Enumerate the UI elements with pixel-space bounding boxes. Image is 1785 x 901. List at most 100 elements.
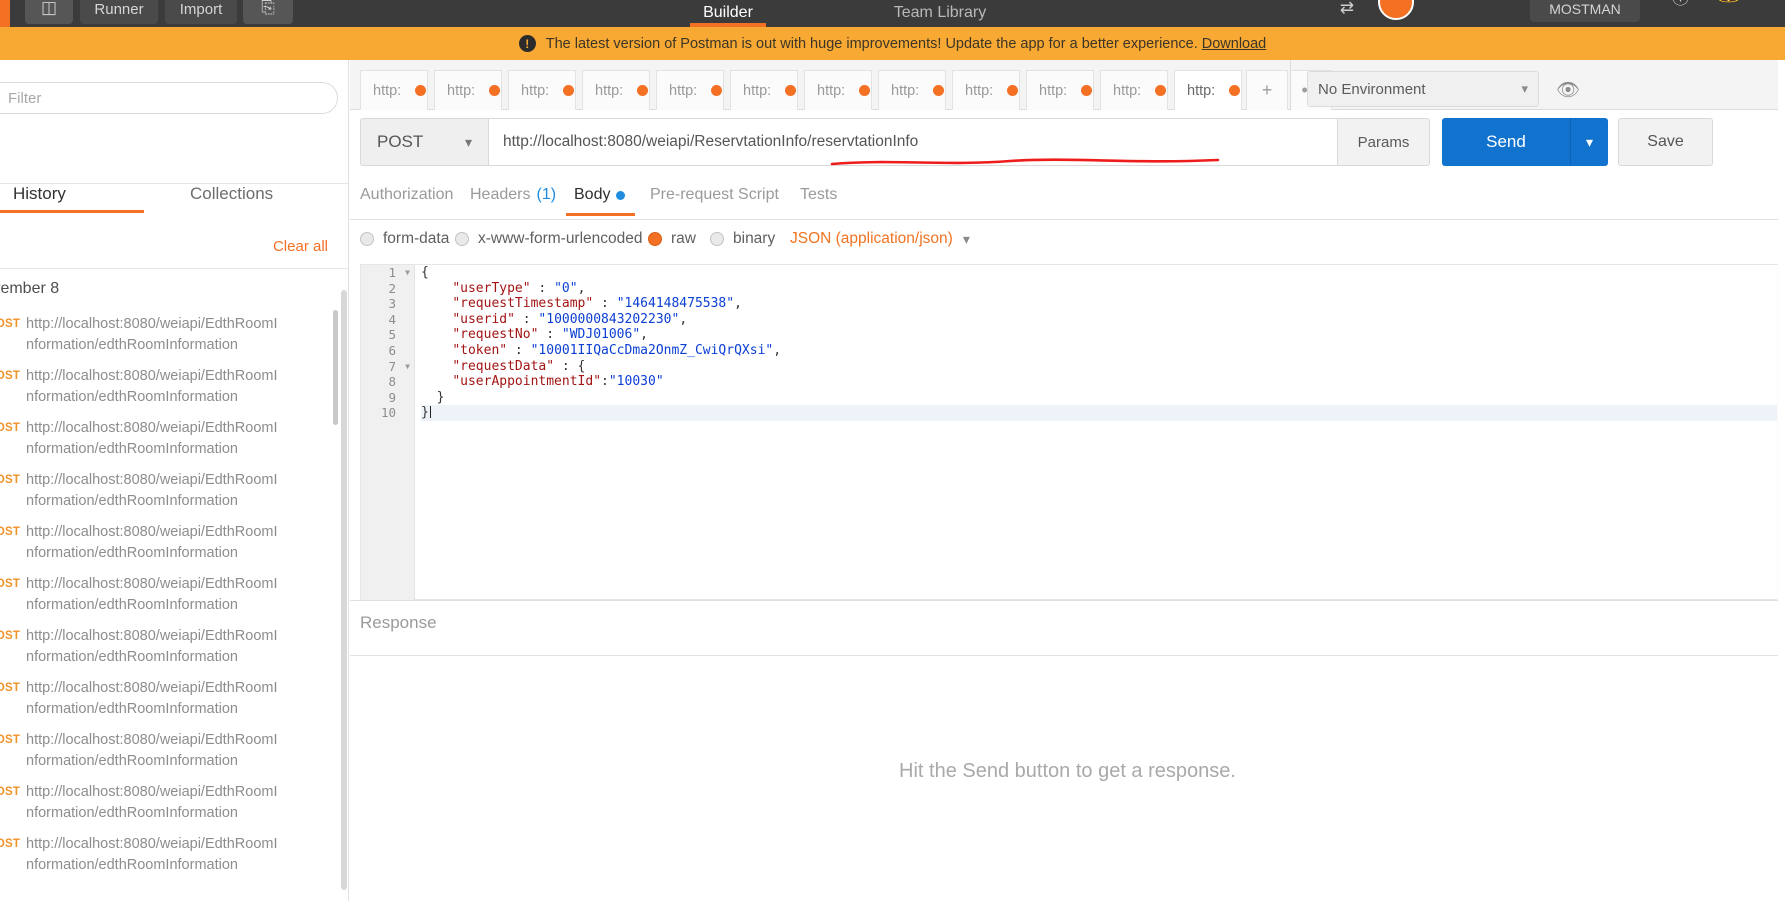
radio-icon	[455, 232, 469, 246]
sidebar-tab-collections[interactable]: Collections	[190, 184, 273, 204]
code-line-current: }	[421, 405, 1785, 421]
text-cursor	[429, 406, 431, 419]
filter-placeholder: Filter	[8, 89, 42, 107]
body-type-raw[interactable]: raw	[648, 230, 696, 248]
sidebar-tab-history-label: History	[13, 184, 66, 203]
history-url: http://localhost:8080/weiapi/EdthRoomInf…	[26, 472, 278, 509]
filter-input[interactable]: Filter	[0, 82, 338, 114]
list-item[interactable]: POST http://localhost:8080/weiapi/EdthRo…	[0, 360, 348, 412]
request-tab[interactable]: http:	[434, 70, 502, 110]
line-number: 4	[361, 312, 414, 328]
clear-all-button[interactable]: Clear all	[273, 238, 328, 255]
params-button[interactable]: Params	[1338, 118, 1430, 166]
request-tab[interactable]: http:	[582, 70, 650, 110]
avatar[interactable]	[1378, 0, 1414, 20]
code-text: }	[421, 389, 445, 405]
request-tab[interactable]: http:	[730, 70, 798, 110]
eye-icon[interactable]: 👁	[1556, 78, 1580, 102]
help-icon[interactable]: ⓘ	[1672, 0, 1689, 9]
import-button[interactable]: Import	[165, 0, 237, 24]
request-tab-label: http:	[743, 82, 772, 99]
sidebar-scrollbar[interactable]	[341, 290, 347, 890]
sidebar-tab-history[interactable]: History	[0, 184, 144, 213]
params-label: Params	[1357, 133, 1410, 151]
line-number: 9	[361, 390, 414, 406]
download-link[interactable]: Download	[1202, 36, 1267, 52]
body-type-form-data[interactable]: form-data	[360, 230, 449, 248]
raw-format-dropdown[interactable]: JSON (application/json) ▾	[790, 230, 970, 248]
request-builder: http: http: http: http: http: http: http…	[350, 60, 1785, 901]
fold-icon[interactable]: ▼	[405, 265, 410, 281]
tab-team-library[interactable]: Team Library	[880, 0, 1000, 27]
tab-authorization[interactable]: Authorization	[360, 186, 453, 204]
http-method-label: POST	[377, 132, 424, 151]
runner-button[interactable]: Runner	[80, 0, 158, 24]
unsaved-dot-icon	[489, 85, 501, 96]
list-item[interactable]: POST http://localhost:8080/weiapi/EdthRo…	[0, 620, 348, 672]
sidebar-toggle-button[interactable]: ◫	[25, 0, 73, 24]
environment-selector[interactable]: No Environment ▾	[1307, 71, 1539, 107]
unsaved-dot-icon	[1007, 85, 1019, 96]
tab-tests[interactable]: Tests	[800, 186, 837, 204]
tab-headers[interactable]: Headers (1)	[470, 186, 556, 204]
request-tab[interactable]: http:	[360, 70, 428, 110]
update-banner: ! The latest version of Postman is out w…	[0, 27, 1785, 60]
line-number-value: 3	[388, 296, 396, 312]
bell-icon[interactable]: 🔔	[1718, 0, 1739, 4]
body-type-binary[interactable]: binary	[710, 230, 775, 248]
gear-icon[interactable]: ⚙	[1762, 0, 1777, 4]
history-scrollbar-thumb[interactable]	[333, 310, 338, 425]
http-method-dropdown[interactable]: POST ▾	[360, 118, 488, 166]
code-key: "requestTimestamp"	[452, 296, 594, 312]
editor-code[interactable]: { "userType" : "0", "requestTimestamp" :…	[416, 265, 1785, 601]
request-tab-label: http:	[595, 82, 624, 99]
line-number-value: 7	[388, 358, 396, 374]
request-tab-active[interactable]: http:	[1174, 70, 1242, 110]
list-item[interactable]: POST http://localhost:8080/weiapi/EdthRo…	[0, 776, 348, 828]
request-tab-label: http:	[521, 82, 550, 99]
list-item[interactable]: POST http://localhost:8080/weiapi/EdthRo…	[0, 724, 348, 776]
tab-pre-request-script[interactable]: Pre-request Script	[650, 186, 779, 204]
request-tab[interactable]: http:	[508, 70, 576, 110]
request-tab-label: http:	[817, 82, 846, 99]
list-item[interactable]: POST http://localhost:8080/weiapi/EdthRo…	[0, 568, 348, 620]
list-item[interactable]: POST http://localhost:8080/weiapi/EdthRo…	[0, 308, 348, 360]
new-tab-button[interactable]: ⎘	[243, 0, 293, 24]
request-tab[interactable]: http:	[1026, 70, 1094, 110]
list-item[interactable]: POST http://localhost:8080/weiapi/EdthRo…	[0, 672, 348, 724]
headers-count: (1)	[536, 186, 557, 203]
send-options-button[interactable]: ▾	[1570, 118, 1608, 166]
environment-selected-label: No Environment	[1318, 80, 1426, 98]
code-key: "token"	[452, 342, 508, 358]
request-tab[interactable]: http:	[1100, 70, 1168, 110]
tab-body[interactable]: Body	[565, 186, 637, 216]
code-text: }	[421, 405, 429, 421]
list-item[interactable]: POST http://localhost:8080/weiapi/EdthRo…	[0, 464, 348, 516]
fold-icon[interactable]: ▼	[405, 359, 410, 375]
list-item[interactable]: POST http://localhost:8080/weiapi/EdthRo…	[0, 412, 348, 464]
list-item[interactable]: POST http://localhost:8080/weiapi/EdthRo…	[0, 828, 348, 880]
history-url: http://localhost:8080/weiapi/EdthRoomInf…	[26, 836, 278, 873]
history-method: POST	[0, 578, 21, 590]
history-method: POST	[0, 370, 21, 382]
editor-gutter: 1 ▼ 2 3 4 5 6 7 ▼ 8 9 10	[361, 265, 415, 601]
send-button[interactable]: Send	[1442, 118, 1570, 166]
request-tab[interactable]: http:	[952, 70, 1020, 110]
save-button[interactable]: Save	[1618, 118, 1713, 166]
request-tab-label: http:	[965, 82, 994, 99]
upgrade-button[interactable]: MOSTMAN	[1530, 0, 1640, 22]
add-request-tab-button[interactable]: +	[1246, 70, 1288, 110]
sync-icon[interactable]: ⇄	[1330, 0, 1364, 22]
request-body-editor[interactable]: 1 ▼ 2 3 4 5 6 7 ▼ 8 9 10 { "userType" : "0…	[360, 264, 1785, 601]
history-url: http://localhost:8080/weiapi/EdthRoomInf…	[26, 576, 278, 613]
request-tab[interactable]: http:	[656, 70, 724, 110]
chevron-down-icon: ▾	[464, 133, 472, 150]
tab-builder[interactable]: Builder	[690, 0, 766, 27]
line-number: 7 ▼	[361, 359, 414, 375]
list-item[interactable]: POST http://localhost:8080/weiapi/EdthRo…	[0, 516, 348, 568]
code-sep: :	[601, 374, 609, 390]
request-tab[interactable]: http:	[878, 70, 946, 110]
unsaved-dot-icon	[933, 85, 945, 96]
request-tab[interactable]: http:	[804, 70, 872, 110]
body-type-urlencoded[interactable]: x-www-form-urlencoded	[455, 230, 643, 248]
